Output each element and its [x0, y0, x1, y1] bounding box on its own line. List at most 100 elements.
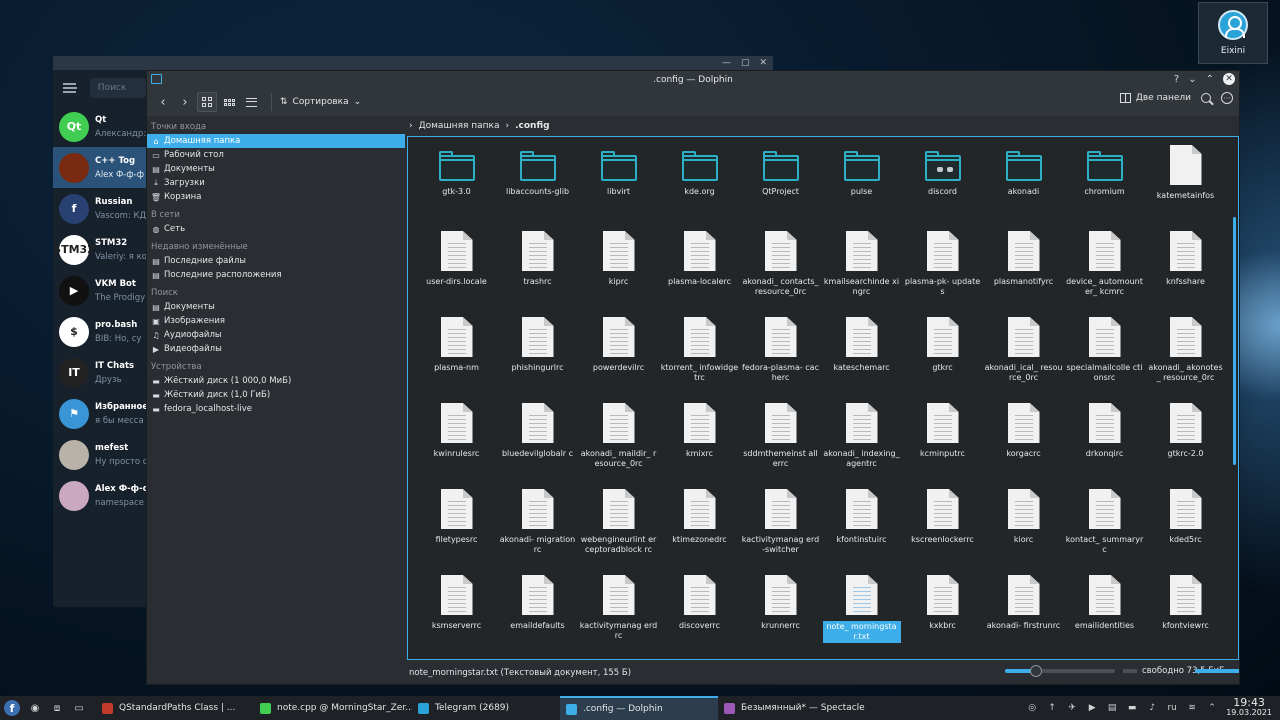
- chat-item[interactable]: IT IT Chats Друзь: [53, 352, 146, 393]
- file-item[interactable]: akonadi_ical_ resource_0rc: [983, 317, 1064, 403]
- file-item[interactable]: discoverrc: [659, 575, 740, 659]
- file-item[interactable]: plasmanotifyrc: [983, 231, 1064, 317]
- clock[interactable]: 19:43 19.03.2021: [1226, 697, 1272, 718]
- file-item[interactable]: kmixrc: [659, 403, 740, 489]
- hamburger-menu-icon[interactable]: ⋯: [1221, 92, 1233, 104]
- file-view[interactable]: gtk-3.0 libaccounts-glib libvirt kde.org QtP…: [407, 136, 1239, 660]
- file-item[interactable]: ktorrent_ infowidgetrc: [659, 317, 740, 403]
- file-item[interactable]: akonadi- firstrunrc: [983, 575, 1064, 659]
- maximize-icon[interactable]: ⌃: [1206, 74, 1214, 85]
- taskbar-task[interactable]: note.cpp @ MorningStar_Zer...: [254, 696, 412, 720]
- chat-item[interactable]: Qt Qt Александр:: [53, 106, 146, 147]
- folder-item[interactable]: gtk-3.0: [416, 145, 497, 231]
- chat-item[interactable]: ⚑ Избранное я бы месса: [53, 393, 146, 434]
- file-item[interactable]: kwinrulesrc: [416, 403, 497, 489]
- wifi-icon[interactable]: ≋: [1186, 702, 1198, 714]
- file-item[interactable]: device_ automounter_ kcmrc: [1064, 231, 1145, 317]
- clipboard-icon[interactable]: ▤: [1106, 702, 1118, 714]
- file-item[interactable]: knfsshare: [1145, 231, 1226, 317]
- file-item[interactable]: fedora-plasma- cacherc: [740, 317, 821, 403]
- help-icon[interactable]: ?: [1174, 74, 1179, 85]
- file-item[interactable]: kmailsearchinde xingrc: [821, 231, 902, 317]
- file-item[interactable]: kfontinstuirc: [821, 489, 902, 575]
- file-item[interactable]: note_ morningstar.txt: [821, 575, 902, 659]
- chat-item[interactable]: C++ Tog Alex Ф-ф-ф: [53, 147, 146, 188]
- file-item[interactable]: kactivitymanag erd-switcher: [740, 489, 821, 575]
- volume-icon[interactable]: ♪: [1146, 702, 1158, 714]
- fedora-launcher-icon[interactable]: f: [4, 700, 20, 716]
- taskbar-task[interactable]: QStandardPaths Class | ...: [96, 696, 254, 720]
- tray-expand-icon[interactable]: ⌃: [1206, 702, 1218, 714]
- vertical-scrollbar[interactable]: [1231, 137, 1238, 659]
- maximize-icon[interactable]: ▢: [741, 58, 750, 68]
- place-item[interactable]: ▬ fedora_localhost-live: [147, 402, 405, 416]
- place-item[interactable]: 🗑 Корзина: [147, 190, 405, 204]
- file-item[interactable]: kiorc: [983, 489, 1064, 575]
- file-item[interactable]: kiprc: [578, 231, 659, 317]
- folder-item[interactable]: pulse: [821, 145, 902, 231]
- menu-icon[interactable]: [63, 83, 77, 93]
- file-item[interactable]: kontact_ summaryrc: [1064, 489, 1145, 575]
- file-item[interactable]: kcminputrc: [902, 403, 983, 489]
- chat-item[interactable]: f Russian Vascom: КД: [53, 188, 146, 229]
- place-item[interactable]: ⌂ Домашняя папка: [147, 134, 405, 148]
- file-item[interactable]: ksmserverrc: [416, 575, 497, 659]
- chat-item[interactable]: STM32 STM32 Valeriy: я ко: [53, 229, 146, 270]
- place-item[interactable]: ▤ Документы: [147, 300, 405, 314]
- chat-item[interactable]: ▶ VKM Bot The Prodigy: [53, 270, 146, 311]
- file-item[interactable]: akonadi_ akonotes_ resource_0rc: [1145, 317, 1226, 403]
- file-item[interactable]: gtkrc-2.0: [1145, 403, 1226, 489]
- file-item[interactable]: akonadi_ maildir_ resource_0rc: [578, 403, 659, 489]
- file-item[interactable]: filetypesrc: [416, 489, 497, 575]
- place-item[interactable]: ♫ Аудиофайлы: [147, 328, 405, 342]
- place-item[interactable]: ▭ Рабочий стол: [147, 148, 405, 162]
- forward-button[interactable]: ›: [175, 92, 195, 112]
- file-item[interactable]: katemetainfos: [1145, 145, 1226, 231]
- keyboard-layout[interactable]: ru: [1166, 702, 1178, 714]
- file-item[interactable]: plasma-nm: [416, 317, 497, 403]
- dolphin-window[interactable]: .config — Dolphin ? ⌄ ⌃ ✕ ‹ › ⇅ Сортиров…: [146, 70, 1240, 685]
- file-item[interactable]: kded5rc: [1145, 489, 1226, 575]
- file-item[interactable]: emaildefaults: [497, 575, 578, 659]
- folder-item[interactable]: QtProject: [740, 145, 821, 231]
- breadcrumb-home[interactable]: Домашняя папка: [419, 121, 500, 131]
- telegram-search-input[interactable]: Поиск: [89, 78, 146, 98]
- chat-item[interactable]: $ pro.bash BIB: Но, су: [53, 311, 146, 352]
- close-icon[interactable]: ✕: [1223, 73, 1235, 85]
- file-item[interactable]: krunnerrc: [740, 575, 821, 659]
- file-item[interactable]: akonadi_ contacts_ resource_0rc: [740, 231, 821, 317]
- zoom-slider-handle[interactable]: [1029, 665, 1042, 677]
- search-icon[interactable]: [1201, 93, 1211, 103]
- place-item[interactable]: ▤ Последние файлы: [147, 254, 405, 268]
- update-icon[interactable]: ↑: [1046, 702, 1058, 714]
- compact-view-button[interactable]: [219, 92, 239, 112]
- folder-item[interactable]: libvirt: [578, 145, 659, 231]
- folder-item[interactable]: akonadi: [983, 145, 1064, 231]
- file-item[interactable]: plasma-pk- updates: [902, 231, 983, 317]
- file-item[interactable]: specialmailcolle ctionsrc: [1064, 317, 1145, 403]
- storage-icon[interactable]: ▬: [1126, 702, 1138, 714]
- file-item[interactable]: kscreenlockerrc: [902, 489, 983, 575]
- telegram-tray-icon[interactable]: ✈: [1066, 702, 1078, 714]
- zoom-slider[interactable]: [1005, 665, 1115, 677]
- folder-item[interactable]: libaccounts-glib: [497, 145, 578, 231]
- place-item[interactable]: ▶ Видеофайлы: [147, 342, 405, 356]
- folder-item[interactable]: discord: [902, 145, 983, 231]
- scrollbar-thumb[interactable]: [1233, 217, 1236, 465]
- file-item[interactable]: kxkbrc: [902, 575, 983, 659]
- folder-item[interactable]: chromium: [1064, 145, 1145, 231]
- place-item[interactable]: ▤ Последние расположения: [147, 268, 405, 282]
- place-item[interactable]: ◍ Сеть: [147, 222, 405, 236]
- terminal-icon[interactable]: ▭: [72, 701, 86, 715]
- minimize-icon[interactable]: —: [722, 58, 731, 68]
- file-item[interactable]: webengineurlint erceptoradblock rc: [578, 489, 659, 575]
- file-item[interactable]: drkonqirc: [1064, 403, 1145, 489]
- media-icon[interactable]: ▶: [1086, 702, 1098, 714]
- file-item[interactable]: akonadi- migrationrc: [497, 489, 578, 575]
- file-item[interactable]: kactivitymanag erdrc: [578, 575, 659, 659]
- taskbar-task[interactable]: Безымянный* — Spectacle: [718, 696, 876, 720]
- sort-button[interactable]: ⇅ Сортировка ⌄: [280, 97, 361, 107]
- user-widget[interactable]: Eixini: [1198, 2, 1268, 64]
- qbittorrent-icon[interactable]: ◎: [1026, 702, 1038, 714]
- split-panels-button[interactable]: Две панели: [1119, 93, 1191, 103]
